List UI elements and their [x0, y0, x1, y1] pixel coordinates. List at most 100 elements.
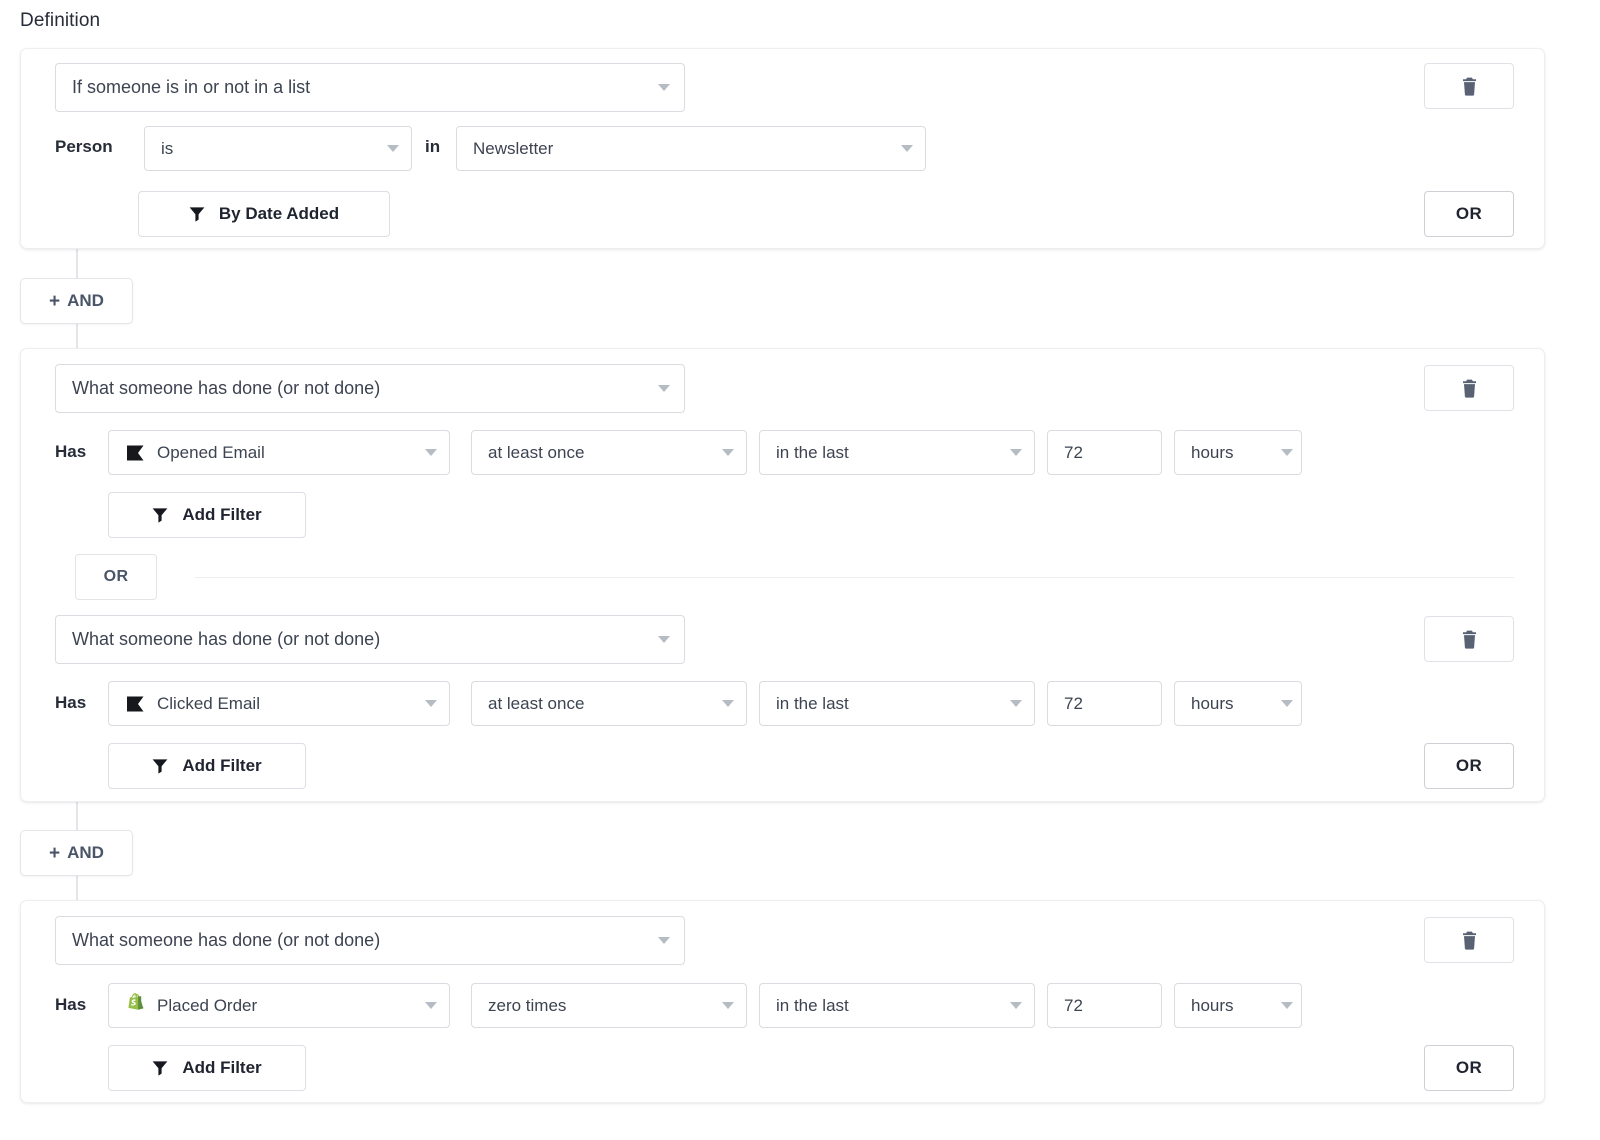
add-and-condition-button-2[interactable]: + AND	[20, 830, 133, 876]
or-divider-rule	[195, 577, 1514, 578]
chevron-down-icon	[722, 700, 734, 707]
plus-icon: +	[49, 844, 60, 863]
timeframe-value: in the last	[776, 443, 1000, 463]
has-row-label: Has	[55, 442, 86, 462]
condition-card-email-engagement: What someone has done (or not done) Has …	[20, 348, 1545, 802]
amount-value: 72	[1064, 996, 1149, 1016]
add-or-condition-button[interactable]: OR	[1424, 1045, 1514, 1091]
condition-type-value: If someone is in or not in a list	[72, 77, 648, 98]
delete-condition-button[interactable]	[1424, 63, 1514, 109]
and-button-label: AND	[67, 843, 104, 863]
amount-input[interactable]: 72	[1047, 681, 1162, 726]
chevron-down-icon	[658, 937, 670, 944]
amount-input[interactable]: 72	[1047, 983, 1162, 1028]
timeframe-select[interactable]: in the last	[759, 983, 1035, 1028]
delete-condition-button[interactable]	[1424, 616, 1514, 662]
frequency-select[interactable]: at least once	[471, 430, 747, 475]
chevron-down-icon	[425, 1002, 437, 1009]
amount-input[interactable]: 72	[1047, 430, 1162, 475]
delete-condition-button[interactable]	[1424, 365, 1514, 411]
chevron-down-icon	[1281, 1002, 1293, 1009]
filter-icon	[189, 206, 205, 222]
condition-type-value: What someone has done (or not done)	[72, 629, 648, 650]
metric-select[interactable]: Opened Email	[108, 430, 450, 475]
condition-type-select[interactable]: What someone has done (or not done)	[55, 615, 685, 664]
plus-icon: +	[49, 292, 60, 311]
add-filter-label: Add Filter	[182, 1058, 261, 1078]
metric-value: Placed Order	[157, 996, 415, 1016]
or-button-label: OR	[1456, 756, 1482, 776]
list-target-select[interactable]: Newsletter	[456, 126, 926, 171]
chevron-down-icon	[387, 145, 399, 152]
and-button-label: AND	[67, 291, 104, 311]
metric-value: Opened Email	[157, 443, 415, 463]
add-or-condition-button[interactable]: OR	[1424, 191, 1514, 237]
metric-select[interactable]: Placed Order	[108, 983, 450, 1028]
add-filter-label: Add Filter	[182, 756, 261, 776]
chevron-down-icon	[425, 449, 437, 456]
delete-condition-button[interactable]	[1424, 917, 1514, 963]
or-button-label: OR	[1456, 204, 1482, 224]
condition-type-select[interactable]: If someone is in or not in a list	[55, 63, 685, 112]
timeframe-select[interactable]: in the last	[759, 681, 1035, 726]
person-row-label: Person	[55, 137, 113, 157]
unit-select[interactable]: hours	[1174, 983, 1302, 1028]
chevron-down-icon	[901, 145, 913, 152]
chevron-down-icon	[722, 1002, 734, 1009]
shopify-bag-icon	[123, 994, 147, 1018]
add-and-condition-button-1[interactable]: + AND	[20, 278, 133, 324]
klaviyo-flag-icon	[123, 441, 147, 465]
or-group-toggle[interactable]: OR	[75, 554, 157, 600]
unit-value: hours	[1191, 996, 1271, 1016]
timeframe-value: in the last	[776, 694, 1000, 714]
frequency-select[interactable]: at least once	[471, 681, 747, 726]
trash-icon	[1461, 630, 1478, 649]
filter-icon	[152, 507, 168, 523]
segment-definition-builder: Definition If someone is in or not in a …	[0, 0, 1600, 1140]
add-filter-button[interactable]: Add Filter	[108, 743, 306, 789]
frequency-select[interactable]: zero times	[471, 983, 747, 1028]
frequency-value: zero times	[488, 996, 712, 1016]
page-title: Definition	[20, 10, 100, 32]
by-date-added-button[interactable]: By Date Added	[138, 191, 390, 237]
person-operator-select[interactable]: is	[144, 126, 412, 171]
condition-type-select[interactable]: What someone has done (or not done)	[55, 364, 685, 413]
filter-icon	[152, 758, 168, 774]
timeframe-value: in the last	[776, 996, 1000, 1016]
chevron-down-icon	[1010, 449, 1022, 456]
add-or-condition-button[interactable]: OR	[1424, 743, 1514, 789]
add-filter-button[interactable]: Add Filter	[108, 492, 306, 538]
list-target-value: Newsletter	[473, 139, 891, 159]
condition-type-value: What someone has done (or not done)	[72, 930, 648, 951]
amount-value: 72	[1064, 443, 1149, 463]
or-divider: OR	[75, 554, 1514, 600]
frequency-value: at least once	[488, 443, 712, 463]
condition-card-list-membership: If someone is in or not in a list Person…	[20, 48, 1545, 249]
chevron-down-icon	[1010, 1002, 1022, 1009]
metric-value: Clicked Email	[157, 694, 415, 714]
condition-type-select[interactable]: What someone has done (or not done)	[55, 916, 685, 965]
has-row-label: Has	[55, 995, 86, 1015]
add-filter-label: Add Filter	[182, 505, 261, 525]
trash-icon	[1461, 379, 1478, 398]
add-filter-button[interactable]: Add Filter	[108, 1045, 306, 1091]
chevron-down-icon	[658, 84, 670, 91]
person-operator-value: is	[161, 139, 377, 159]
unit-value: hours	[1191, 443, 1271, 463]
unit-select[interactable]: hours	[1174, 681, 1302, 726]
unit-value: hours	[1191, 694, 1271, 714]
has-row-label: Has	[55, 693, 86, 713]
klaviyo-flag-icon	[123, 692, 147, 716]
amount-value: 72	[1064, 694, 1149, 714]
condition-card-placed-order: What someone has done (or not done) Has …	[20, 900, 1545, 1103]
trash-icon	[1461, 931, 1478, 950]
chevron-down-icon	[1281, 449, 1293, 456]
filter-icon	[152, 1060, 168, 1076]
by-date-added-label: By Date Added	[219, 204, 339, 224]
chevron-down-icon	[658, 636, 670, 643]
unit-select[interactable]: hours	[1174, 430, 1302, 475]
trash-icon	[1461, 77, 1478, 96]
metric-select[interactable]: Clicked Email	[108, 681, 450, 726]
timeframe-select[interactable]: in the last	[759, 430, 1035, 475]
chevron-down-icon	[1281, 700, 1293, 707]
